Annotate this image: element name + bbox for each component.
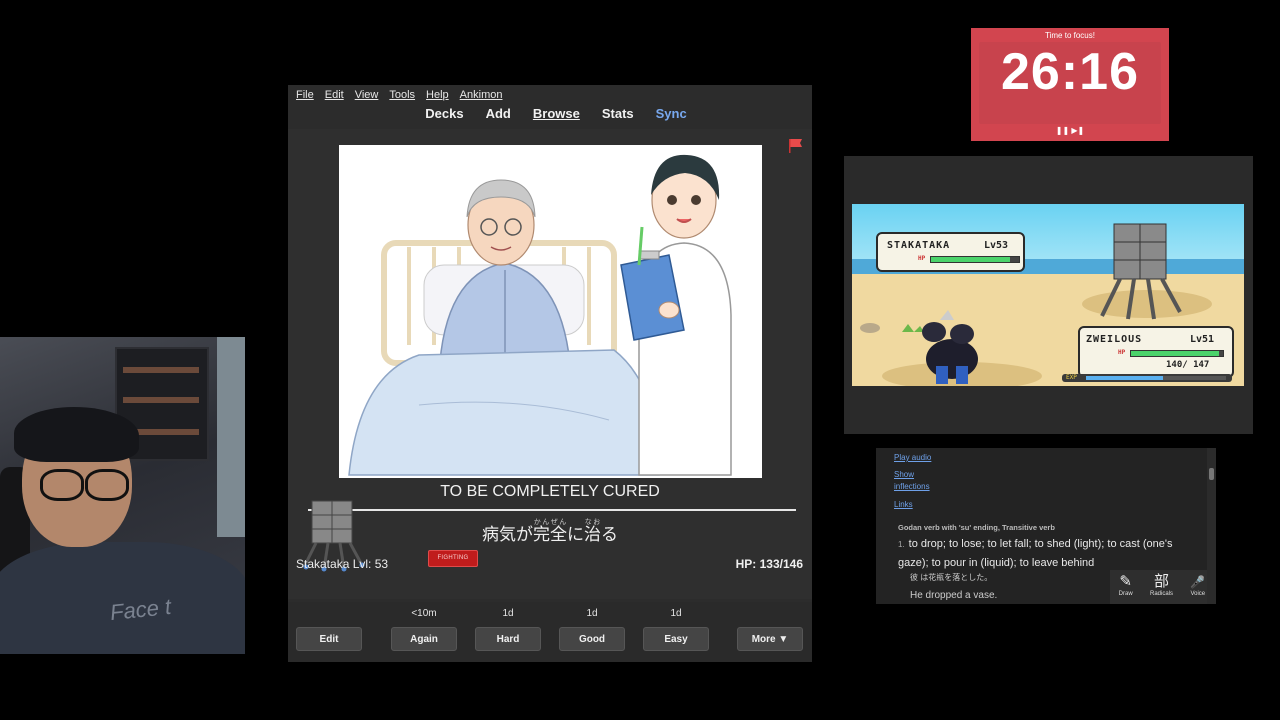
reading-byouki: 病気 bbox=[482, 525, 516, 544]
voice-label: Voice bbox=[1190, 591, 1206, 597]
pencil-icon: ✎ bbox=[1119, 573, 1132, 590]
enemy-status-box: STAKATAKA Lv53 HP bbox=[876, 232, 1025, 272]
reading-nao: 治なお bbox=[584, 519, 601, 544]
more-button[interactable]: More ▼ bbox=[737, 627, 803, 651]
monster-hp: HP: 133/146 bbox=[735, 557, 803, 571]
monster-label: Stakataka Lvl: 53 bbox=[296, 557, 389, 571]
microphone-icon: 🎤 bbox=[1190, 575, 1206, 589]
again-interval: <10m bbox=[411, 608, 437, 619]
main-toolbar: Decks Add Browse Stats Sync bbox=[288, 106, 812, 126]
radical-icon: 部 bbox=[1154, 573, 1170, 590]
menu-help[interactable]: Help bbox=[426, 89, 449, 101]
enemy-name: STAKATAKA bbox=[887, 240, 951, 251]
enemy-hp-label: HP bbox=[918, 255, 926, 262]
good-interval: 1d bbox=[586, 608, 598, 619]
input-tools: ✎ Draw 部 Radicals 🎤 Voice bbox=[1110, 570, 1214, 604]
person-hair bbox=[14, 407, 139, 462]
player-hp-label: HP bbox=[1118, 349, 1126, 356]
definition-text: to drop; to lose; to let fall; to shed (… bbox=[898, 538, 1173, 569]
patient-nurse-illustration bbox=[348, 154, 732, 476]
glasses bbox=[30, 469, 130, 501]
player-exp-bar: EXP bbox=[1062, 374, 1232, 382]
hard-button[interactable]: Hard bbox=[475, 627, 541, 651]
menu-tools[interactable]: Tools bbox=[389, 89, 415, 101]
dictionary-popup: Play audio Show inflections Links Godan … bbox=[876, 448, 1216, 604]
reading-kan: 完かん bbox=[533, 519, 550, 544]
menu-view[interactable]: View bbox=[355, 89, 379, 101]
dictionary-scrollbar[interactable] bbox=[1207, 448, 1216, 604]
player-level: Lv51 bbox=[1190, 334, 1215, 345]
edit-button[interactable]: Edit bbox=[296, 627, 362, 651]
timer-playback-controls[interactable]: ❚❚ ▶❚ bbox=[971, 126, 1169, 135]
answer-bar: <10m 1d 1d 1d Edit Again Hard Good Easy … bbox=[288, 602, 812, 662]
scrollbar-thumb[interactable] bbox=[1209, 468, 1214, 480]
easy-button[interactable]: Easy bbox=[643, 627, 709, 651]
again-button[interactable]: Again bbox=[391, 627, 457, 651]
draw-label: Draw bbox=[1118, 591, 1133, 597]
timer-title: Time to focus! bbox=[1045, 31, 1095, 40]
menu-bar: File Edit View Tools Help Ankimon bbox=[288, 85, 820, 105]
toolbar-add[interactable]: Add bbox=[486, 106, 511, 126]
voice-tool[interactable]: 🎤 Voice bbox=[1190, 570, 1205, 604]
card-illustration bbox=[339, 145, 762, 478]
example-english: He dropped a vase. bbox=[910, 590, 998, 601]
toolbar-stats[interactable]: Stats bbox=[602, 106, 634, 126]
menu-edit[interactable]: Edit bbox=[325, 89, 344, 101]
toolbar-sync[interactable]: Sync bbox=[656, 106, 687, 126]
player-name: ZWEILOUS bbox=[1086, 334, 1143, 345]
anki-window: File Edit View Tools Help Ankimon Decks … bbox=[288, 85, 812, 662]
easy-interval: 1d bbox=[670, 608, 682, 619]
example-japanese: 彼 は花瓶を落とした。 bbox=[910, 573, 993, 582]
good-button[interactable]: Good bbox=[559, 627, 625, 651]
timer-countdown: 26:16 bbox=[1001, 43, 1139, 101]
battle-screen: STAKATAKA Lv53 HP ZWEILOUS Lv51 HP 140/ … bbox=[852, 204, 1244, 386]
enemy-level: Lv53 bbox=[984, 240, 1009, 251]
reading-ga: が bbox=[516, 525, 533, 544]
shirt: Face t bbox=[0, 542, 245, 654]
player-status-box: ZWEILOUS Lv51 HP 140/ 147 bbox=[1078, 326, 1234, 378]
type-badge: FIGHTING bbox=[428, 550, 478, 567]
reading-zen: 全ぜん bbox=[550, 519, 567, 544]
focus-timer: Time to focus! 26:16 ❚❚ ▶❚ bbox=[971, 28, 1169, 141]
menu-file[interactable]: File bbox=[296, 89, 314, 101]
draw-tool[interactable]: ✎ Draw bbox=[1119, 570, 1133, 604]
definition: 1. to drop; to lose; to let fall; to shed… bbox=[898, 535, 1198, 572]
radicals-tool[interactable]: 部 Radicals bbox=[1150, 570, 1173, 604]
links-link[interactable]: Links bbox=[894, 500, 913, 509]
toolbar-decks[interactable]: Decks bbox=[425, 106, 463, 126]
player-exp-label: EXP bbox=[1066, 374, 1077, 381]
shirt-text: Face t bbox=[108, 593, 173, 626]
card-divider bbox=[308, 509, 796, 511]
player-hp-bar bbox=[1130, 350, 1224, 357]
pokemon-battle-panel: STAKATAKA Lv53 HP ZWEILOUS Lv51 HP 140/ … bbox=[844, 156, 1253, 434]
webcam-feed: Face t bbox=[0, 337, 245, 654]
part-of-speech: Godan verb with 'su' ending, Transitive … bbox=[898, 523, 1055, 532]
menu-ankimon[interactable]: Ankimon bbox=[460, 89, 503, 101]
reading-ru: る bbox=[601, 525, 618, 544]
player-hp-text: 140/ 147 bbox=[1166, 360, 1210, 370]
definition-number: 1. bbox=[898, 540, 905, 549]
reading-ni: に bbox=[567, 525, 584, 544]
show-inflections-link[interactable]: Show bbox=[894, 470, 914, 479]
radicals-label: Radicals bbox=[1150, 591, 1174, 597]
window bbox=[217, 337, 245, 537]
enemy-hp-bar bbox=[930, 256, 1020, 263]
flag-icon[interactable] bbox=[788, 138, 804, 154]
play-audio-link[interactable]: Play audio bbox=[894, 453, 931, 462]
toolbar-browse[interactable]: Browse bbox=[533, 106, 580, 126]
card-reviewer: TO BE COMPLETELY CURED 病気が完かん全ぜんに治なおる St… bbox=[288, 129, 812, 599]
inflections-link[interactable]: inflections bbox=[894, 482, 930, 491]
hard-interval: 1d bbox=[502, 608, 514, 619]
